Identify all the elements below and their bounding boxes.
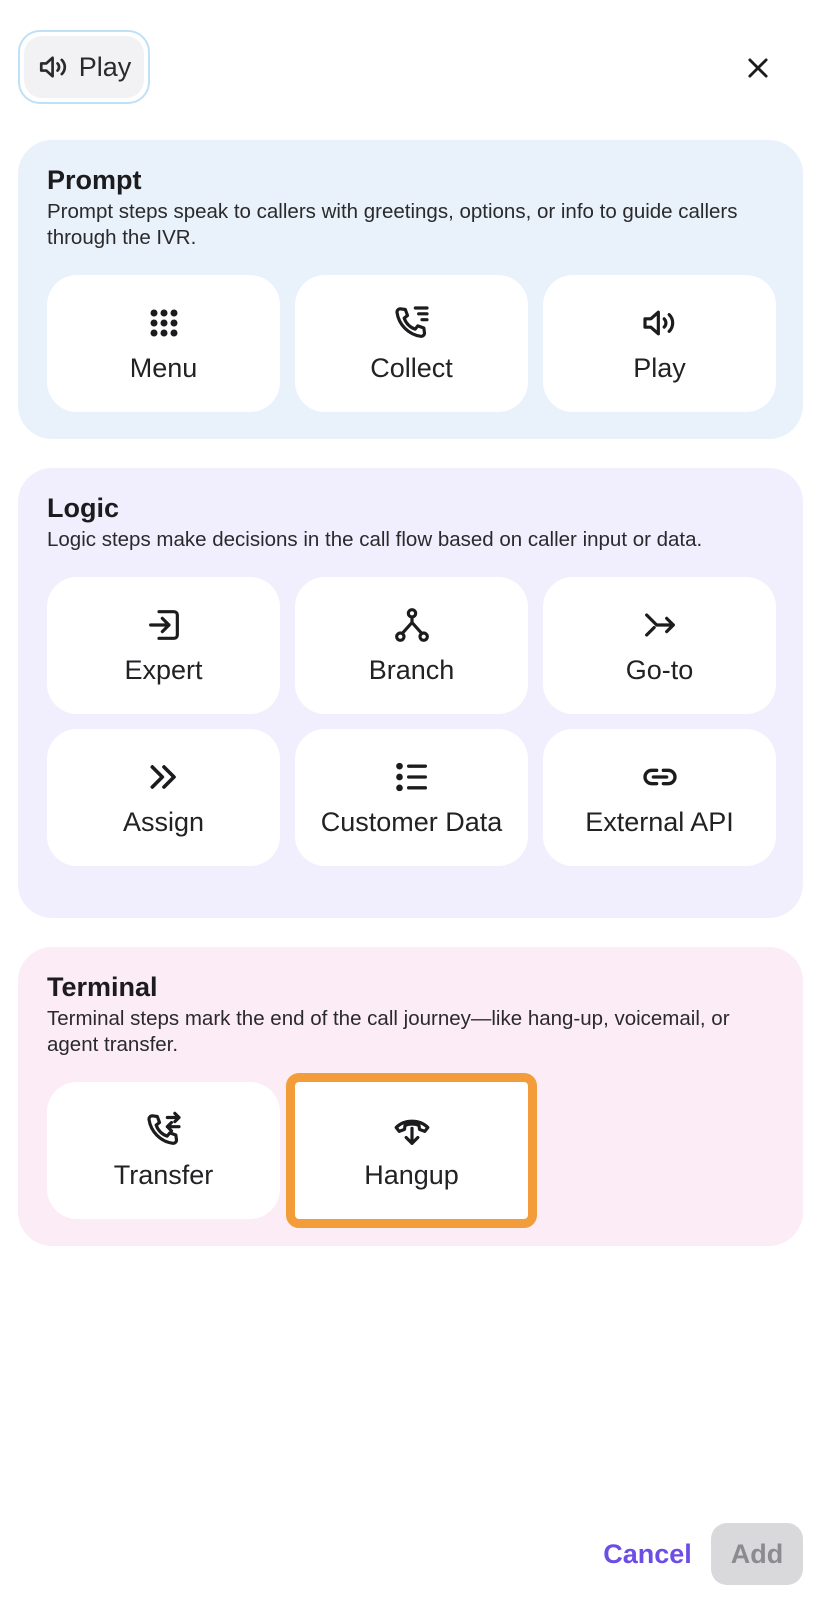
step-tile-label: Play [633, 353, 686, 383]
link-icon [642, 768, 677, 786]
terminal-section-description: Terminal steps mark the end of the call … [47, 1007, 730, 1056]
step-tile-collect[interactable]: Collect [295, 275, 528, 412]
step-tile-label: Collect [370, 353, 453, 383]
phone-transfer-icon [146, 1111, 181, 1145]
enter-box-icon [148, 610, 179, 640]
logic-step-grid: Expert Branch Go-to Assign Customer Data… [47, 577, 776, 866]
logic-section-description: Logic steps make decisions in the call f… [47, 528, 703, 551]
step-tile-label: Branch [368, 655, 455, 685]
step-tile-label: Go-to [625, 655, 694, 685]
list-icon [395, 762, 427, 792]
branch-icon [394, 608, 429, 642]
step-tile-branch[interactable]: Branch [295, 577, 528, 714]
logic-section-title: Logic [47, 493, 119, 523]
logic-section: Logic Logic steps make decisions in the … [18, 468, 803, 918]
close-icon [748, 58, 768, 78]
step-tile-transfer[interactable]: Transfer [47, 1082, 280, 1219]
terminal-step-grid: Transfer Hangup [47, 1073, 774, 1228]
dialog-footer: Cancel Add [0, 1523, 821, 1585]
step-tile-menu[interactable]: Menu [47, 275, 280, 412]
speaker-icon [39, 56, 66, 78]
step-tile-external-api[interactable]: External API [543, 729, 776, 866]
step-tile-label: Hangup [364, 1160, 459, 1190]
selected-step-chip-label: Play [78, 51, 132, 82]
selected-step-chip-inner: Play [24, 36, 144, 98]
double-chevron-right-icon [150, 765, 176, 789]
step-tile-label: Assign [122, 807, 205, 837]
prompt-section-description: Prompt steps speak to callers with greet… [47, 200, 738, 249]
step-tile-assign[interactable]: Assign [47, 729, 280, 866]
step-tile-label: Transfer [113, 1160, 214, 1190]
hangup-icon [394, 1119, 429, 1145]
step-tile-customer-data[interactable]: Customer Data [295, 729, 528, 866]
prompt-step-grid: Menu Collect Play [47, 275, 776, 412]
step-tile-label: Expert [124, 655, 203, 685]
prompt-section: Prompt Prompt steps speak to callers wit… [18, 140, 803, 439]
step-tile-label: External API [585, 807, 734, 837]
keypad-icon [150, 309, 177, 337]
go-to-arrow-icon [644, 613, 675, 637]
step-tile-go-to[interactable]: Go-to [543, 577, 776, 714]
phone-list-icon [394, 306, 429, 338]
step-tile-hangup[interactable]: Hangup [286, 1073, 537, 1228]
add-button[interactable]: Add [711, 1523, 803, 1585]
step-tile-label: Menu [129, 353, 198, 383]
prompt-section-title: Prompt [47, 165, 142, 195]
cancel-button[interactable]: Cancel [585, 1523, 710, 1585]
step-tile-label: Customer Data [320, 807, 503, 837]
step-tile-play[interactable]: Play [543, 275, 776, 412]
close-button[interactable] [738, 48, 778, 88]
selected-step-chip[interactable]: Play [18, 30, 150, 104]
terminal-section: Terminal Terminal steps mark the end of … [18, 947, 803, 1246]
step-tile-expert[interactable]: Expert [47, 577, 280, 714]
terminal-section-title: Terminal [47, 972, 158, 1002]
speaker-icon [642, 310, 674, 336]
